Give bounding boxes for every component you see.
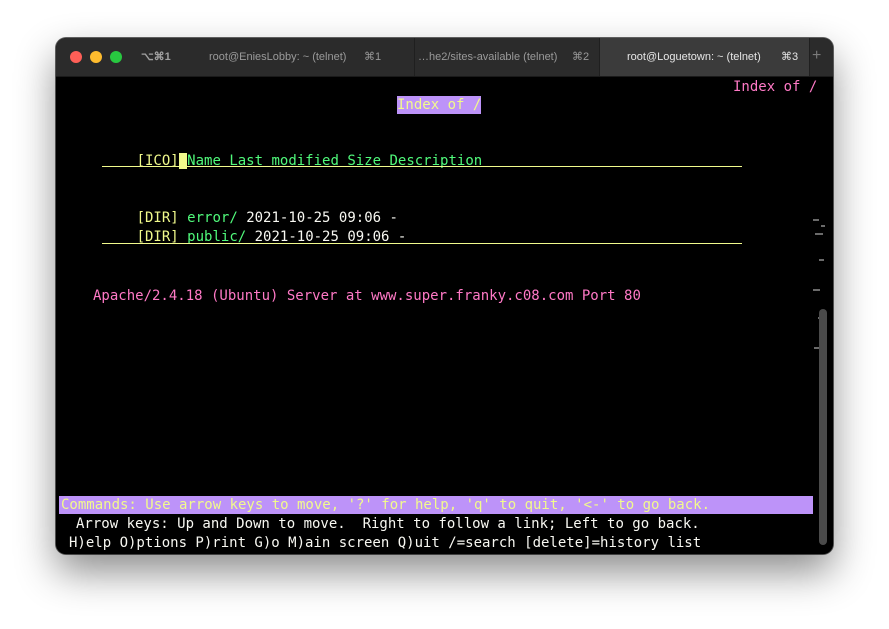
corner-page-title: Index of /	[733, 79, 818, 95]
close-window-button[interactable]	[70, 51, 82, 63]
scrollbar-thumb[interactable]	[819, 309, 827, 545]
server-signature: Apache/2.4.18 (Ubuntu) Server at www.sup…	[93, 288, 641, 304]
listing-header: [ICO] Name Last modified Size Descriptio…	[86, 134, 482, 188]
minimize-window-button[interactable]	[90, 51, 102, 63]
terminal-content[interactable]: Index of / Index of / [ICO] Name Last mo…	[56, 77, 833, 554]
list-item: [DIR] public/ 2021-10-25 09:06 -	[86, 210, 407, 264]
tab-label: root@EniesLobby: ~ (telnet)	[209, 51, 347, 63]
tab-label: …he2/sites-available (telnet)	[418, 51, 558, 63]
tab-enieslobby[interactable]: root@EniesLobby: ~ (telnet) ⌘1	[206, 38, 392, 76]
tab-shortcut: ⌘1	[364, 51, 382, 63]
commands-line: Commands: Use arrow keys to move, '?' fo…	[61, 497, 711, 513]
terminal-window: ⌥⌘1 root@EniesLobby: ~ (telnet) ⌘1 …he2/…	[56, 38, 833, 554]
tab-shortcut: ⌘2	[572, 51, 590, 63]
tab-sites-available[interactable]: …he2/sites-available (telnet) ⌘2	[414, 38, 601, 76]
divider-top	[102, 166, 742, 167]
page-heading: Index of /	[397, 96, 482, 114]
new-tab-button[interactable]: +	[812, 47, 821, 65]
menu-line: H)elp O)ptions P)rint G)o M)ain screen Q…	[69, 535, 702, 551]
tab-shortcut-hint: ⌥⌘1	[141, 51, 171, 63]
zoom-window-button[interactable]	[110, 51, 122, 63]
tab-shortcut: ⌘3	[781, 51, 799, 63]
arrow-keys-help: Arrow keys: Up and Down to move. Right t…	[76, 516, 700, 532]
divider-bottom	[102, 243, 742, 244]
tab-loguetown[interactable]: root@Loguetown: ~ (telnet) ⌘3	[599, 38, 810, 76]
tab-label: root@Loguetown: ~ (telnet)	[627, 51, 761, 63]
title-bar: ⌥⌘1 root@EniesLobby: ~ (telnet) ⌘1 …he2/…	[56, 38, 833, 77]
